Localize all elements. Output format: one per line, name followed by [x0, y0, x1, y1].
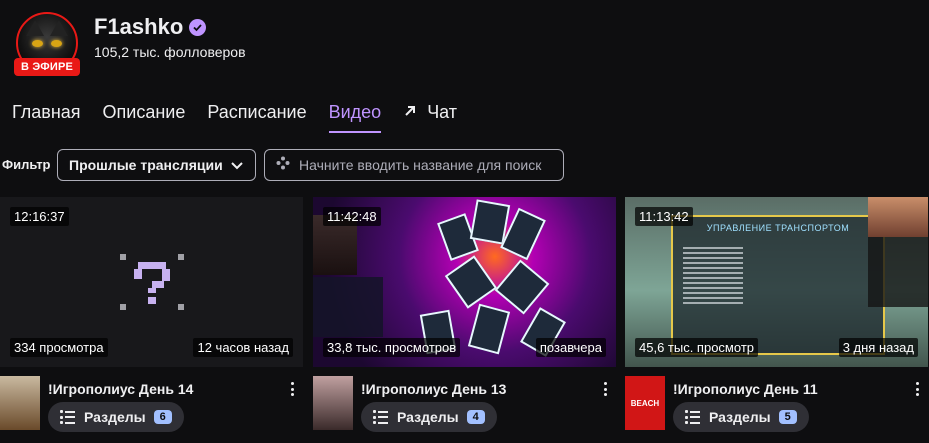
game-menu-title: УПРАВЛЕНИЕ ТРАНСПОРТОМ — [706, 223, 850, 233]
chapters-button[interactable]: Разделы 4 — [361, 402, 497, 432]
live-badge: В ЭФИРЕ — [14, 58, 80, 76]
game-boxart-3[interactable]: BEACH — [625, 376, 665, 430]
tab-schedule[interactable]: Расписание — [207, 102, 306, 131]
video-date: 3 дня назад — [838, 338, 918, 357]
avatar-ear-right — [50, 20, 68, 36]
thumbnail-webcam — [868, 197, 928, 237]
video-date: позавчера — [535, 338, 606, 357]
boxart-text: BEACH — [630, 398, 660, 408]
tab-videos[interactable]: Видео — [328, 102, 381, 133]
chapters-label: Разделы — [709, 409, 771, 425]
channel-avatar[interactable]: В ЭФИРЕ — [14, 10, 80, 76]
more-options-icon[interactable] — [285, 379, 299, 399]
thumbnail-tile — [444, 255, 498, 309]
filter-dropdown[interactable]: Прошлые трансляции — [57, 149, 256, 181]
external-arrow-icon — [403, 102, 417, 123]
video-views: 334 просмотра — [10, 338, 108, 357]
video-duration: 12:16:37 — [10, 207, 69, 226]
tab-home[interactable]: Главная — [12, 102, 81, 131]
thumbnail-chat — [313, 277, 383, 337]
thumbnail-game-menu: УПРАВЛЕНИЕ ТРАНСПОРТОМ — [671, 215, 885, 355]
chapters-label: Разделы — [397, 409, 459, 425]
channel-tabs: Главная Описание Расписание Видео Чат — [12, 102, 479, 133]
filter-label: Фильтр — [2, 157, 51, 172]
video-title[interactable]: !Игрополиус День 13 — [361, 381, 506, 397]
thumbnail-tile — [467, 303, 511, 355]
more-options-icon[interactable] — [598, 379, 612, 399]
avatar-ear-left — [26, 20, 44, 36]
video-date: 12 часов назад — [193, 338, 293, 357]
video-duration: 11:42:48 — [323, 207, 381, 226]
game-boxart-1[interactable] — [0, 376, 40, 430]
list-icon — [685, 410, 701, 424]
video-card-1[interactable]: 12:16:37 334 просмотра 12 часов назад !И… — [0, 197, 303, 432]
video-title[interactable]: !Игрополиус День 11 — [673, 381, 818, 397]
search-input[interactable] — [299, 157, 559, 173]
game-boxart-2[interactable] — [313, 376, 353, 430]
video-title[interactable]: !Игрополиус День 14 — [48, 381, 193, 397]
video-views: 33,8 тыс. просмотров — [323, 338, 461, 357]
chapters-count: 4 — [466, 410, 485, 424]
video-thumbnail-2[interactable]: 11:42:48 33,8 тыс. просмотров позавчера — [313, 197, 616, 367]
thumbnail-tile — [494, 259, 550, 315]
chapters-button[interactable]: Разделы 6 — [48, 402, 184, 432]
followers-count: 105,2 тыс. фолловеров — [94, 44, 246, 60]
avatar-eye-left — [32, 40, 43, 47]
tab-chat[interactable]: Чат — [403, 102, 457, 131]
chapters-count: 5 — [778, 410, 797, 424]
tab-about[interactable]: Описание — [103, 102, 186, 131]
video-search-box[interactable] — [264, 149, 564, 181]
channel-name: F1ashko — [94, 14, 207, 40]
video-thumbnail-1[interactable]: 12:16:37 334 просмотра 12 часов назад — [0, 197, 303, 367]
more-options-icon[interactable] — [910, 379, 924, 399]
video-views: 45,6 тыс. просмотр — [635, 338, 759, 357]
chapters-button[interactable]: Разделы 5 — [673, 402, 809, 432]
chevron-down-icon — [230, 157, 243, 173]
tab-chat-label: Чат — [427, 102, 458, 122]
video-card-3[interactable]: УПРАВЛЕНИЕ ТРАНСПОРТОМ 11:13:42 45,6 тыс… — [625, 197, 928, 432]
missing-thumbnail-icon — [119, 254, 184, 310]
thumbnail-chat — [868, 237, 928, 307]
verified-check-icon — [189, 18, 207, 36]
channel-name-text: F1ashko — [94, 14, 184, 39]
chapters-count: 6 — [153, 410, 172, 424]
video-card-2[interactable]: 11:42:48 33,8 тыс. просмотров позавчера … — [313, 197, 616, 432]
avatar-eye-right — [51, 40, 62, 47]
gamepad-icon — [275, 155, 291, 176]
list-icon — [373, 410, 389, 424]
filter-selected-value: Прошлые трансляции — [69, 157, 223, 173]
video-thumbnail-3[interactable]: УПРАВЛЕНИЕ ТРАНСПОРТОМ 11:13:42 45,6 тыс… — [625, 197, 928, 367]
list-icon — [60, 410, 76, 424]
chapters-label: Разделы — [84, 409, 146, 425]
video-duration: 11:13:42 — [635, 207, 693, 226]
